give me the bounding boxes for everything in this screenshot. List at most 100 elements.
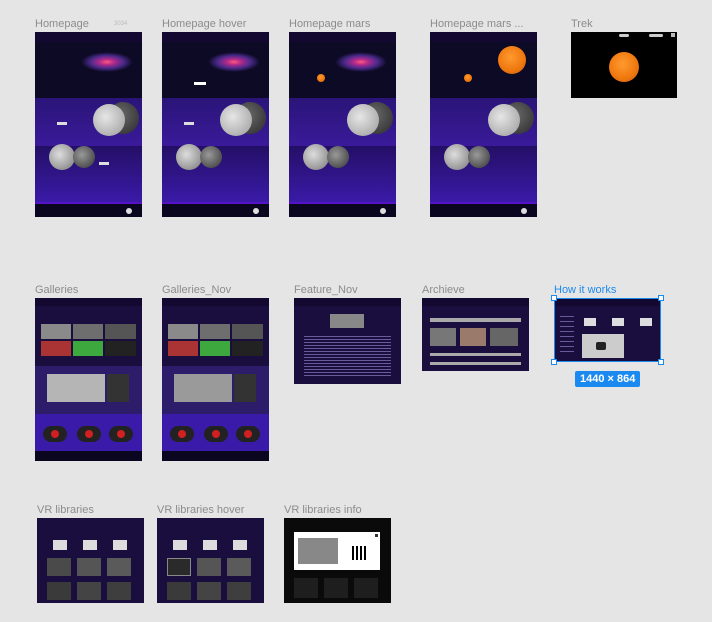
- vr-thumb[interactable]: [324, 578, 348, 598]
- trek-nav-pill-2[interactable]: [649, 34, 663, 37]
- chat-button[interactable]: [253, 208, 259, 214]
- mars-card[interactable]: [43, 426, 67, 442]
- frame-feature-nov[interactable]: [294, 298, 401, 384]
- frame-label-homepage-mars[interactable]: Homepage mars: [289, 18, 370, 31]
- cta-button[interactable]: [184, 122, 194, 125]
- vr-card[interactable]: [53, 540, 67, 550]
- frame-label-galleries[interactable]: Galleries: [35, 284, 78, 297]
- frame-label-homepage-hover[interactable]: Homepage hover: [162, 18, 246, 31]
- frame-vr-libraries-info[interactable]: [284, 518, 391, 603]
- gallery-thumb[interactable]: [168, 324, 198, 339]
- vr-thumb[interactable]: [227, 558, 251, 576]
- resize-handle-br[interactable]: [658, 359, 664, 365]
- vr-card[interactable]: [83, 540, 97, 550]
- archive-search-bar[interactable]: [430, 318, 521, 322]
- frame-galleries[interactable]: [35, 298, 142, 461]
- vr-thumb[interactable]: [197, 582, 221, 600]
- vr-thumb[interactable]: [47, 582, 71, 600]
- moon-image: [176, 144, 202, 170]
- vr-thumb[interactable]: [77, 582, 101, 600]
- frame-label-homepage[interactable]: Homepage: [35, 18, 89, 31]
- frame-vr-libraries[interactable]: [37, 518, 144, 603]
- gallery-thumb[interactable]: [41, 324, 71, 339]
- frame-homepage-mars-expanded[interactable]: [430, 32, 537, 217]
- mars-card[interactable]: [109, 426, 133, 442]
- vr-card[interactable]: [233, 540, 247, 550]
- mars-thumb-image[interactable]: [464, 74, 472, 82]
- vr-thumb[interactable]: [167, 582, 191, 600]
- gallery-thumb[interactable]: [73, 324, 103, 339]
- close-icon[interactable]: [671, 33, 675, 37]
- gallery-thumb[interactable]: [168, 341, 198, 356]
- gallery-thumb[interactable]: [105, 324, 136, 339]
- vr-thumb[interactable]: [294, 578, 318, 598]
- coin-image: [347, 104, 379, 136]
- frame-label-feature-nov[interactable]: Feature_Nov: [294, 284, 358, 297]
- gallery-thumb[interactable]: [200, 324, 230, 339]
- frame-label-archieve[interactable]: Archieve: [422, 284, 465, 297]
- vr-thumb[interactable]: [197, 558, 221, 576]
- carousel-image: [174, 374, 232, 402]
- vr-card[interactable]: [113, 540, 127, 550]
- nav-bar: [289, 32, 396, 42]
- gallery-thumb[interactable]: [105, 341, 136, 356]
- resize-handle-tl[interactable]: [551, 295, 557, 301]
- archive-row[interactable]: [430, 353, 521, 356]
- frame-label-galleries-nov[interactable]: Galleries_Nov: [162, 284, 231, 297]
- frame-label-vr-libraries-hover[interactable]: VR libraries hover: [157, 504, 244, 517]
- chat-button[interactable]: [126, 208, 132, 214]
- hover-button[interactable]: [194, 82, 206, 85]
- chat-button[interactable]: [380, 208, 386, 214]
- galaxy-image: [335, 52, 387, 72]
- mars-card[interactable]: [204, 426, 228, 442]
- vr-thumb[interactable]: [47, 558, 71, 576]
- vr-thumb[interactable]: [77, 558, 101, 576]
- frame-homepage[interactable]: [35, 32, 142, 217]
- frame-vr-libraries-hover[interactable]: [157, 518, 264, 603]
- vr-thumb-hover[interactable]: [167, 558, 191, 576]
- close-icon[interactable]: [375, 534, 378, 537]
- mars-card[interactable]: [236, 426, 260, 442]
- frame-galleries-nov[interactable]: [162, 298, 269, 461]
- frame-tag: 3034: [114, 21, 128, 27]
- frame-label-vr-libraries[interactable]: VR libraries: [37, 504, 94, 517]
- vr-thumb[interactable]: [354, 578, 378, 598]
- archive-thumb[interactable]: [430, 328, 456, 346]
- gallery-thumb[interactable]: [200, 341, 230, 356]
- mars-card[interactable]: [77, 426, 101, 442]
- gallery-thumb[interactable]: [73, 341, 103, 356]
- gallery-thumb[interactable]: [41, 341, 71, 356]
- mars-thumb-image[interactable]: [317, 74, 325, 82]
- cta-button-2[interactable]: [99, 162, 109, 165]
- galaxy-image: [208, 52, 260, 72]
- vr-thumb[interactable]: [227, 582, 251, 600]
- trek-nav-pill[interactable]: [619, 34, 629, 37]
- vr-card[interactable]: [173, 540, 187, 550]
- info-modal[interactable]: [294, 532, 380, 570]
- frame-homepage-mars[interactable]: [289, 32, 396, 217]
- archive-row[interactable]: [430, 362, 521, 365]
- chat-button[interactable]: [521, 208, 527, 214]
- frame-label-trek[interactable]: Trek: [571, 18, 593, 31]
- footer: [162, 451, 269, 461]
- resize-handle-bl[interactable]: [551, 359, 557, 365]
- vr-thumb[interactable]: [107, 558, 131, 576]
- hero-section: [35, 42, 142, 98]
- cta-button[interactable]: [57, 122, 67, 125]
- carousel-side-image: [107, 374, 129, 402]
- frame-label-how-it-works[interactable]: How it works: [554, 284, 616, 297]
- frame-homepage-hover[interactable]: [162, 32, 269, 217]
- vr-thumb[interactable]: [107, 582, 131, 600]
- mars-card[interactable]: [170, 426, 194, 442]
- frame-archieve[interactable]: [422, 298, 529, 371]
- frame-trek[interactable]: [571, 32, 677, 98]
- resize-handle-tr[interactable]: [658, 295, 664, 301]
- archive-thumb[interactable]: [490, 328, 518, 346]
- gallery-thumb[interactable]: [232, 324, 263, 339]
- frame-label-homepage-mars-2[interactable]: Homepage mars ...: [430, 18, 524, 31]
- archive-thumb[interactable]: [460, 328, 486, 346]
- vr-card[interactable]: [203, 540, 217, 550]
- feature-image: [330, 314, 364, 328]
- frame-label-vr-libraries-info[interactable]: VR libraries info: [284, 504, 362, 517]
- gallery-thumb[interactable]: [232, 341, 263, 356]
